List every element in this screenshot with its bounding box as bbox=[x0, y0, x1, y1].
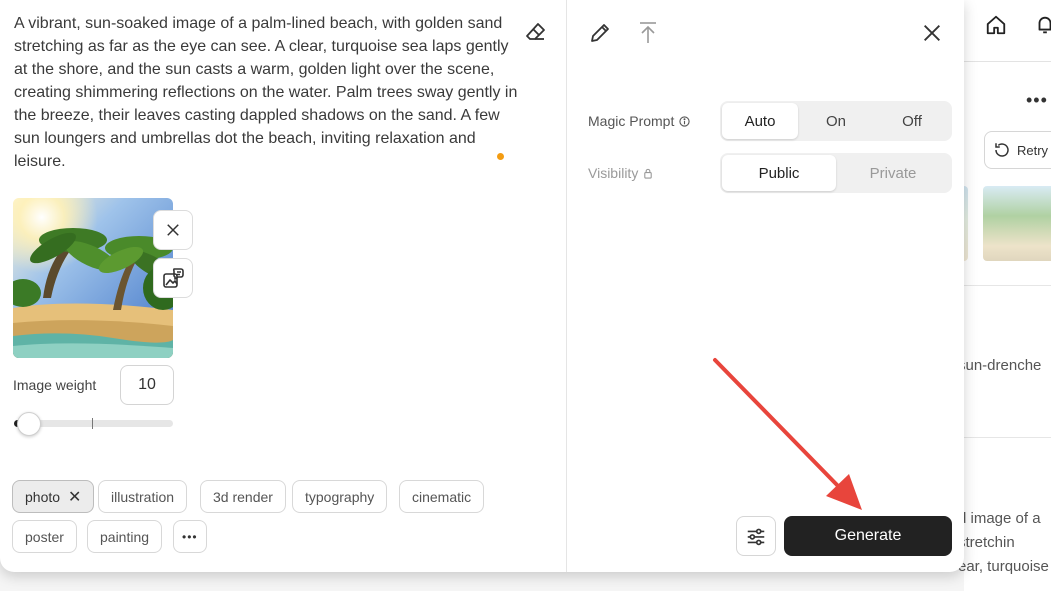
style-chip-label: typography bbox=[305, 488, 375, 505]
magic-prompt-auto[interactable]: Auto bbox=[722, 103, 798, 139]
settings-pane: Magic Prompt Auto On Off Visibility Publ… bbox=[568, 0, 964, 572]
style-chip-cinematic[interactable]: cinematic bbox=[399, 480, 485, 513]
feed-prompt-snippet: d image of a bbox=[958, 510, 1041, 527]
more-styles-button[interactable]: ••• bbox=[173, 520, 207, 553]
remove-chip-icon[interactable]: ✕ bbox=[68, 487, 81, 507]
upload-icon[interactable] bbox=[638, 21, 658, 45]
remove-image-button[interactable] bbox=[153, 210, 193, 250]
image-weight-label: Image weight bbox=[13, 377, 97, 393]
feed-prompt-snippet: stretchin bbox=[958, 534, 1015, 551]
style-chip-label: illustration bbox=[111, 488, 175, 505]
style-chip-label: 3d render bbox=[213, 488, 273, 505]
status-dot bbox=[497, 153, 504, 160]
slider-thumb[interactable] bbox=[17, 412, 41, 436]
pencil-icon[interactable] bbox=[588, 21, 612, 45]
visibility-label: Visibility bbox=[588, 165, 639, 181]
slider-midpoint-tick bbox=[92, 418, 93, 429]
style-chip-label: poster bbox=[25, 528, 64, 545]
feed-prompt-snippet: sun-drenche bbox=[958, 357, 1042, 374]
close-icon bbox=[167, 224, 179, 236]
style-chip-label: painting bbox=[100, 528, 150, 545]
retry-button[interactable]: Retry bbox=[984, 131, 1051, 169]
style-chip-poster[interactable]: poster bbox=[12, 520, 77, 553]
background-feed bbox=[964, 0, 1051, 591]
magic-prompt-toggle: Auto On Off bbox=[720, 101, 952, 141]
sliders-icon bbox=[747, 528, 765, 546]
feed-divider bbox=[964, 437, 1051, 438]
visibility-public[interactable]: Public bbox=[722, 155, 836, 191]
lock-icon bbox=[644, 168, 653, 179]
feed-prompt-snippet: ear, turquoise bbox=[958, 558, 1049, 575]
advanced-settings-button[interactable] bbox=[736, 516, 776, 556]
prompt-textarea[interactable]: A vibrant, sun-soaked image of a palm-li… bbox=[14, 12, 524, 173]
beach-image bbox=[13, 198, 173, 358]
style-chip-3d-render[interactable]: 3d render bbox=[200, 480, 286, 513]
info-icon[interactable] bbox=[679, 115, 690, 127]
eraser-icon[interactable] bbox=[524, 20, 548, 44]
reference-image[interactable] bbox=[13, 198, 173, 358]
magic-prompt-on[interactable]: On bbox=[798, 103, 874, 139]
bell-icon[interactable] bbox=[1034, 14, 1051, 36]
image-describe-icon bbox=[163, 268, 184, 288]
visibility-label-group: Visibility bbox=[588, 165, 653, 181]
magic-prompt-label-group: Magic Prompt bbox=[588, 113, 690, 129]
close-modal-icon[interactable] bbox=[921, 22, 943, 44]
visibility-private[interactable]: Private bbox=[836, 155, 950, 191]
magic-prompt-label: Magic Prompt bbox=[588, 113, 675, 129]
style-chip-typography[interactable]: typography bbox=[292, 480, 388, 513]
magic-prompt-off[interactable]: Off bbox=[874, 103, 950, 139]
retry-label: Retry bbox=[1017, 142, 1049, 158]
retry-icon bbox=[995, 143, 1009, 157]
generate-button[interactable]: Generate bbox=[784, 516, 952, 556]
style-chip-label: photo bbox=[25, 488, 61, 505]
more-options-icon[interactable]: ••• bbox=[1026, 90, 1048, 111]
more-dots-icon: ••• bbox=[182, 529, 198, 544]
style-chip-label: cinematic bbox=[412, 488, 472, 505]
image-weight-input[interactable]: 10 bbox=[120, 365, 174, 405]
generate-modal: A vibrant, sun-soaked image of a palm-li… bbox=[0, 0, 964, 572]
style-chip-painting[interactable]: painting bbox=[87, 520, 163, 553]
result-thumbnail[interactable] bbox=[983, 186, 1051, 261]
visibility-toggle: Public Private bbox=[720, 153, 952, 193]
style-chip-photo[interactable]: photo ✕ bbox=[12, 480, 95, 513]
describe-image-button[interactable] bbox=[153, 258, 193, 298]
home-icon[interactable] bbox=[985, 14, 1007, 36]
style-chip-illustration[interactable]: illustration bbox=[98, 480, 188, 513]
prompt-pane: A vibrant, sun-soaked image of a palm-li… bbox=[0, 0, 567, 572]
feed-divider bbox=[964, 285, 1051, 286]
